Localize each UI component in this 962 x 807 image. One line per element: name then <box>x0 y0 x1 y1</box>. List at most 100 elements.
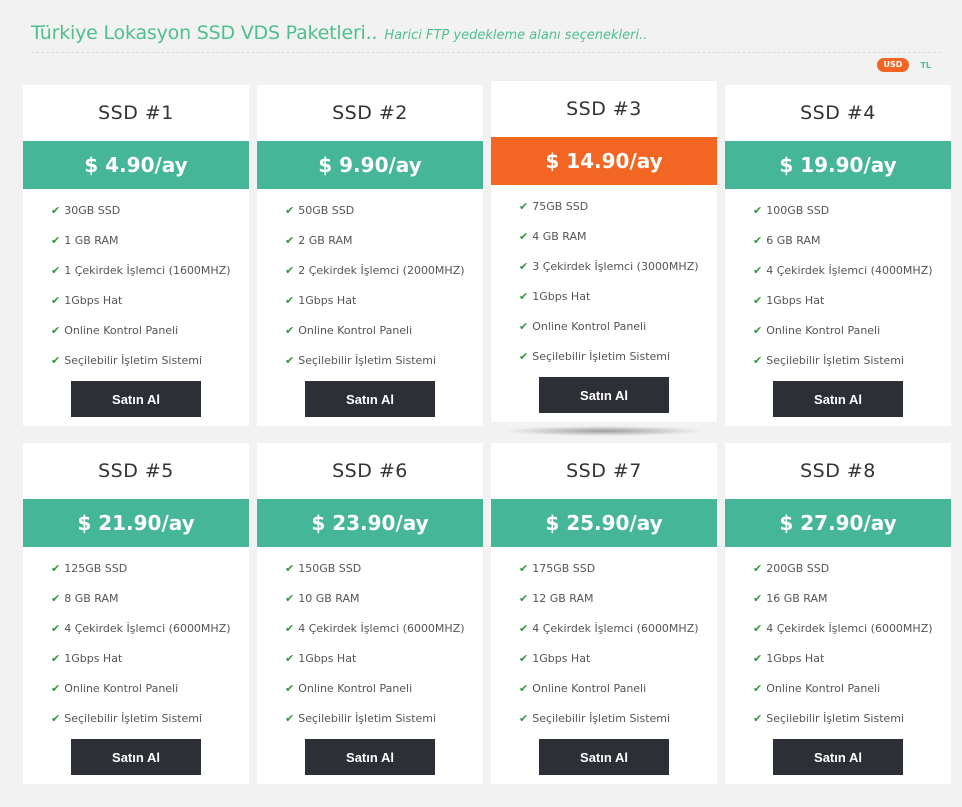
list-item: ✔ 2 GB RAM <box>285 229 483 259</box>
check-icon: ✔ <box>51 204 61 217</box>
check-icon: ✔ <box>753 712 763 725</box>
list-item: ✔ Online Kontrol Paneli <box>51 677 249 707</box>
check-icon: ✔ <box>51 324 61 337</box>
card-shadow <box>503 426 705 436</box>
package-card-3: SSD #3 $ 14.90/ay ✔ 75GB SSD ✔ 4 GB RAM ✔ 3… <box>491 81 717 436</box>
list-item: ✔ Online Kontrol Paneli <box>285 677 483 707</box>
check-icon: ✔ <box>519 592 529 605</box>
list-item: ✔ 1Gbps Hat <box>519 285 717 315</box>
package-price: $ 23.90/ay <box>257 499 483 547</box>
list-item: ✔ 12 GB RAM <box>519 587 717 617</box>
buy-button[interactable]: Satın Al <box>539 739 669 775</box>
package-card-4: SSD #4 $ 19.90/ay ✔ 100GB SSD ✔ 6 GB RAM ✔… <box>725 85 951 426</box>
check-icon: ✔ <box>519 562 529 575</box>
list-item: ✔ 4 Çekirdek İşlemci (6000MHZ) <box>285 617 483 647</box>
list-item: ✔ Seçilebilir İşletim Sistemi <box>519 707 717 737</box>
check-icon: ✔ <box>51 234 61 247</box>
package-price: $ 21.90/ay <box>23 499 249 547</box>
package-name: SSD #4 <box>800 102 876 124</box>
package-price: $ 27.90/ay <box>725 499 951 547</box>
check-icon: ✔ <box>753 592 763 605</box>
package-price: $ 4.90/ay <box>23 141 249 189</box>
check-icon: ✔ <box>519 712 529 725</box>
feature-list: ✔ 125GB SSD ✔ 8 GB RAM ✔ 4 Çekirdek İşlemci… <box>23 547 249 737</box>
check-icon: ✔ <box>51 682 61 695</box>
check-icon: ✔ <box>51 712 61 725</box>
list-item: ✔ 1 GB RAM <box>51 229 249 259</box>
list-item: ✔ 8 GB RAM <box>51 587 249 617</box>
list-item: ✔ 1Gbps Hat <box>285 289 483 319</box>
list-item: ✔ 3 Çekirdek İşlemci (3000MHZ) <box>519 255 717 285</box>
list-item: ✔ 4 Çekirdek İşlemci (6000MHZ) <box>51 617 249 647</box>
list-item: ✔ 100GB SSD <box>753 199 951 229</box>
list-item: ✔ 4 Çekirdek İşlemci (6000MHZ) <box>519 617 717 647</box>
check-icon: ✔ <box>285 562 295 575</box>
list-item: ✔ 50GB SSD <box>285 199 483 229</box>
list-item: ✔ 2 Çekirdek İşlemci (2000MHZ) <box>285 259 483 289</box>
package-grid: SSD #1 $ 4.90/ay ✔ 30GB SSD ✔ 1 GB RAM ✔ 1 … <box>0 0 962 807</box>
buy-button[interactable]: Satın Al <box>71 381 201 417</box>
package-price: $ 14.90/ay <box>491 137 717 185</box>
check-icon: ✔ <box>519 652 529 665</box>
feature-list: ✔ 50GB SSD ✔ 2 GB RAM ✔ 2 Çekirdek İşlemci … <box>257 189 483 379</box>
check-icon: ✔ <box>51 622 61 635</box>
list-item: ✔ 4 Çekirdek İşlemci (4000MHZ) <box>753 259 951 289</box>
check-icon: ✔ <box>753 234 763 247</box>
buy-button[interactable]: Satın Al <box>305 381 435 417</box>
check-icon: ✔ <box>753 652 763 665</box>
check-icon: ✔ <box>285 682 295 695</box>
list-item: ✔ Seçilebilir İşletim Sistemi <box>285 349 483 379</box>
feature-list: ✔ 75GB SSD ✔ 4 GB RAM ✔ 3 Çekirdek İşlemci … <box>491 185 717 375</box>
check-icon: ✔ <box>519 682 529 695</box>
check-icon: ✔ <box>519 320 529 333</box>
check-icon: ✔ <box>51 562 61 575</box>
check-icon: ✔ <box>51 592 61 605</box>
list-item: ✔ Seçilebilir İşletim Sistemi <box>51 707 249 737</box>
package-price: $ 19.90/ay <box>725 141 951 189</box>
buy-button[interactable]: Satın Al <box>71 739 201 775</box>
check-icon: ✔ <box>51 294 61 307</box>
buy-button[interactable]: Satın Al <box>773 739 903 775</box>
package-name: SSD #8 <box>800 460 876 482</box>
list-item: ✔ Online Kontrol Paneli <box>51 319 249 349</box>
package-card-2: SSD #2 $ 9.90/ay ✔ 50GB SSD ✔ 2 GB RAM ✔ 2 … <box>257 85 483 426</box>
check-icon: ✔ <box>753 562 763 575</box>
check-icon: ✔ <box>285 712 295 725</box>
check-icon: ✔ <box>753 324 763 337</box>
list-item: ✔ 4 Çekirdek İşlemci (6000MHZ) <box>753 617 951 647</box>
check-icon: ✔ <box>285 622 295 635</box>
check-icon: ✔ <box>51 354 61 367</box>
check-icon: ✔ <box>51 264 61 277</box>
package-price: $ 9.90/ay <box>257 141 483 189</box>
check-icon: ✔ <box>753 204 763 217</box>
check-icon: ✔ <box>753 682 763 695</box>
list-item: ✔ Online Kontrol Paneli <box>519 315 717 345</box>
check-icon: ✔ <box>285 652 295 665</box>
buy-button[interactable]: Satın Al <box>305 739 435 775</box>
list-item: ✔ 175GB SSD <box>519 557 717 587</box>
list-item: ✔ 150GB SSD <box>285 557 483 587</box>
package-name: SSD #7 <box>566 460 642 482</box>
list-item: ✔ Online Kontrol Paneli <box>285 319 483 349</box>
package-name: SSD #1 <box>98 102 174 124</box>
list-item: ✔ 6 GB RAM <box>753 229 951 259</box>
check-icon: ✔ <box>753 354 763 367</box>
package-card-8: SSD #8 $ 27.90/ay ✔ 200GB SSD ✔ 16 GB RAM … <box>725 443 951 784</box>
list-item: ✔ 1Gbps Hat <box>285 647 483 677</box>
list-item: ✔ Seçilebilir İşletim Sistemi <box>285 707 483 737</box>
list-item: ✔ Seçilebilir İşletim Sistemi <box>753 707 951 737</box>
check-icon: ✔ <box>519 622 529 635</box>
buy-button[interactable]: Satın Al <box>539 377 669 413</box>
package-card-7: SSD #7 $ 25.90/ay ✔ 175GB SSD ✔ 12 GB RAM … <box>491 443 717 784</box>
list-item: ✔ 75GB SSD <box>519 195 717 225</box>
check-icon: ✔ <box>285 324 295 337</box>
package-price: $ 25.90/ay <box>491 499 717 547</box>
package-name: SSD #5 <box>98 460 174 482</box>
buy-button[interactable]: Satın Al <box>773 381 903 417</box>
list-item: ✔ 4 GB RAM <box>519 225 717 255</box>
list-item: ✔ Online Kontrol Paneli <box>753 319 951 349</box>
list-item: ✔ Online Kontrol Paneli <box>753 677 951 707</box>
list-item: ✔ Seçilebilir İşletim Sistemi <box>753 349 951 379</box>
package-card-1: SSD #1 $ 4.90/ay ✔ 30GB SSD ✔ 1 GB RAM ✔ 1 … <box>23 85 249 426</box>
list-item: ✔ 10 GB RAM <box>285 587 483 617</box>
